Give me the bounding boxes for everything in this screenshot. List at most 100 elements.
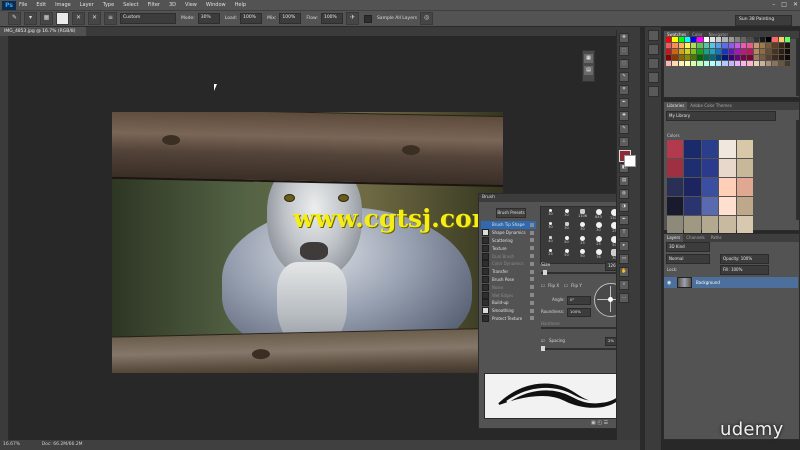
- more-tools-icon[interactable]: …: [619, 293, 629, 303]
- document-tab[interactable]: IMG_4853.jpg @ 16.7% (RGB/8): [0, 27, 86, 36]
- swatches-scrollbar[interactable]: [796, 38, 799, 96]
- layer-row-background[interactable]: ◉ Background: [664, 277, 798, 288]
- menu-window[interactable]: Window: [206, 2, 226, 8]
- quick-select-tool-icon[interactable]: ✎: [619, 72, 629, 82]
- brush-panel-icon[interactable]: ▦: [584, 54, 593, 63]
- library-color-swatch[interactable]: [684, 159, 701, 177]
- library-color-swatch[interactable]: [701, 216, 719, 234]
- flow-field[interactable]: 100%: [320, 13, 343, 24]
- color-swatch[interactable]: [772, 43, 778, 48]
- lock-icon[interactable]: [530, 222, 534, 227]
- setting-checkbox[interactable]: [482, 291, 489, 299]
- color-swatch[interactable]: [684, 43, 690, 48]
- lock-icon[interactable]: [530, 246, 534, 251]
- color-swatch[interactable]: [703, 43, 709, 48]
- color-swatch[interactable]: [778, 49, 784, 54]
- color-swatch[interactable]: [722, 37, 728, 42]
- layer-filter-select[interactable]: 3D Kind: [666, 242, 710, 252]
- brush-tip[interactable]: 36: [591, 248, 606, 261]
- flip-x-checkbox[interactable]: ☐: [541, 283, 545, 288]
- color-swatch[interactable]: [778, 61, 784, 66]
- lasso-tool-icon[interactable]: ◌: [619, 59, 629, 69]
- setting-checkbox[interactable]: [482, 244, 489, 252]
- brush-panel-toggle-icon[interactable]: ▦: [40, 12, 53, 25]
- color-swatch[interactable]: [678, 49, 684, 54]
- color-swatch[interactable]: [759, 61, 765, 66]
- library-color-swatch[interactable]: [736, 159, 753, 177]
- color-swatch[interactable]: [684, 55, 690, 60]
- color-swatch[interactable]: [747, 55, 753, 60]
- color-swatch[interactable]: [678, 37, 684, 42]
- setting-checkbox[interactable]: [482, 229, 489, 237]
- color-swatch[interactable]: [716, 61, 722, 66]
- fill-field[interactable]: Fill: 100%: [720, 265, 769, 275]
- library-color-swatch[interactable]: [719, 159, 736, 177]
- brush-setting-row[interactable]: Scattering: [481, 236, 536, 245]
- color-swatch[interactable]: [678, 55, 684, 60]
- zoom-level[interactable]: 16.67%: [3, 442, 20, 447]
- color-swatch[interactable]: [722, 43, 728, 48]
- brush-tip[interactable]: 30: [559, 209, 574, 221]
- brush-preset-picker-icon[interactable]: ▾: [24, 12, 37, 25]
- setting-checkbox[interactable]: [482, 252, 489, 260]
- color-swatch[interactable]: [666, 49, 672, 54]
- color-swatch[interactable]: [734, 55, 740, 60]
- color-swatch[interactable]: [766, 37, 772, 42]
- library-color-swatch[interactable]: [667, 197, 684, 215]
- healing-brush-tool-icon[interactable]: ✚: [619, 111, 629, 121]
- color-swatch[interactable]: [772, 37, 778, 42]
- color-swatch[interactable]: [716, 43, 722, 48]
- tab-paths[interactable]: Paths: [708, 234, 725, 242]
- color-swatch[interactable]: [697, 61, 703, 66]
- color-swatch[interactable]: [716, 55, 722, 60]
- lock-icon[interactable]: [530, 293, 534, 298]
- brush-setting-row[interactable]: Texture: [481, 244, 536, 252]
- brush-setting-row[interactable]: Brush Tip Shape: [481, 221, 536, 229]
- marquee-tool-icon[interactable]: ⬚: [619, 46, 629, 56]
- brush-setting-row[interactable]: Build-up: [481, 299, 536, 307]
- color-swatch[interactable]: [741, 43, 747, 48]
- color-swatch[interactable]: [759, 43, 765, 48]
- brush-setting-row[interactable]: Wet Edges: [481, 291, 536, 299]
- menu-type[interactable]: Type: [103, 2, 114, 8]
- brush-setting-row[interactable]: Noise: [481, 283, 536, 291]
- color-swatch[interactable]: [666, 37, 672, 42]
- color-swatch[interactable]: [784, 55, 790, 60]
- color-swatch[interactable]: [753, 61, 759, 66]
- setting-checkbox[interactable]: [482, 314, 489, 322]
- color-swatch[interactable]: [722, 61, 728, 66]
- color-swatch[interactable]: [766, 49, 772, 54]
- color-swatch[interactable]: [691, 61, 697, 66]
- color-swatch[interactable]: [703, 55, 709, 60]
- setting-checkbox[interactable]: [482, 236, 489, 244]
- menu-layer[interactable]: Layer: [80, 2, 94, 8]
- color-swatch[interactable]: [691, 49, 697, 54]
- color-swatch[interactable]: [741, 61, 747, 66]
- color-swatch[interactable]: [691, 55, 697, 60]
- brush-setting-row[interactable]: Color Dynamics: [481, 260, 536, 268]
- brush-tip[interactable]: 30: [543, 209, 558, 221]
- menu-edit[interactable]: Edit: [36, 2, 46, 8]
- brush-tip[interactable]: 40: [543, 235, 558, 248]
- color-swatch[interactable]: [766, 61, 772, 66]
- color-swatch[interactable]: [672, 43, 678, 48]
- menu-help[interactable]: Help: [235, 2, 246, 8]
- libraries-scrollbar[interactable]: [796, 120, 799, 220]
- roundness-field[interactable]: 100%: [567, 308, 591, 317]
- brush-presets-icon[interactable]: ▤: [584, 66, 593, 75]
- color-swatch[interactable]: [709, 49, 715, 54]
- library-color-swatch[interactable]: [701, 178, 719, 196]
- brush-tip[interactable]: 30: [575, 222, 590, 234]
- lock-icon[interactable]: [530, 277, 534, 282]
- adjustments-panel-icon[interactable]: [647, 58, 659, 69]
- blur-tool-icon[interactable]: ◍: [619, 189, 629, 199]
- color-swatch[interactable]: [691, 37, 697, 42]
- blend-mode-select[interactable]: Normal: [666, 254, 710, 264]
- color-swatch[interactable]: [709, 43, 715, 48]
- color-swatch[interactable]: [728, 43, 734, 48]
- color-swatch-icon[interactable]: [56, 12, 69, 25]
- lock-icon[interactable]: [530, 308, 534, 313]
- close-button[interactable]: ✕: [793, 1, 798, 8]
- color-swatch[interactable]: [784, 43, 790, 48]
- hand-tool-icon[interactable]: ✋: [619, 267, 629, 277]
